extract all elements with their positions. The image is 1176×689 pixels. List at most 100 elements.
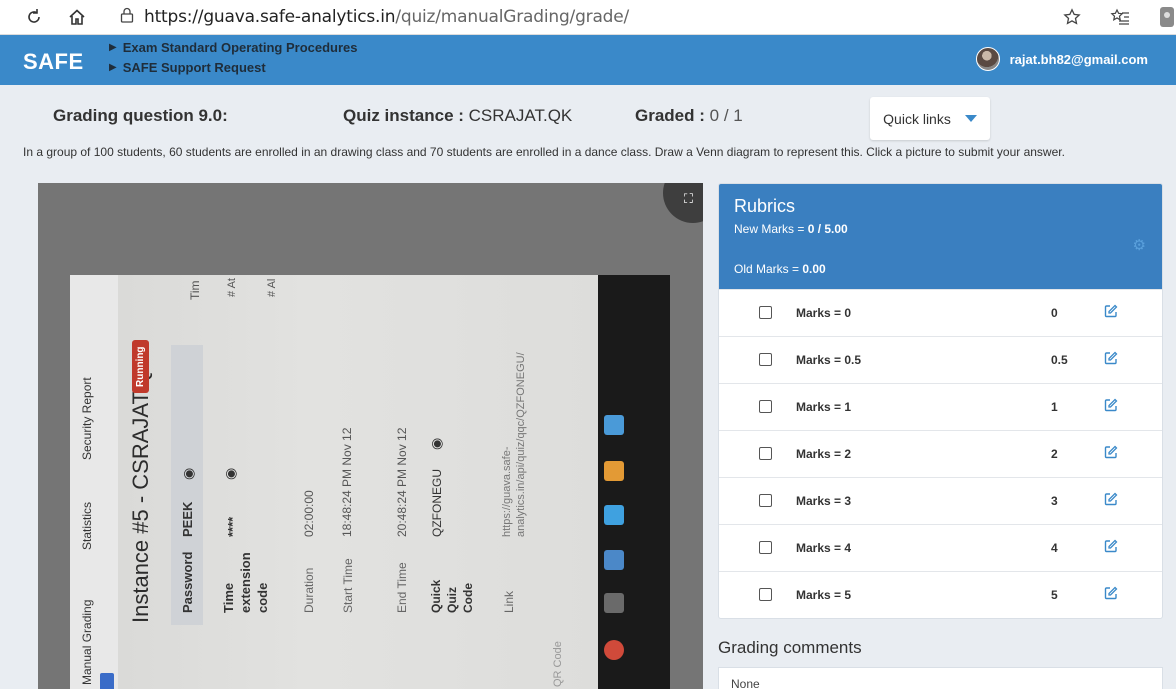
taskbar-app-icon xyxy=(604,415,624,435)
photo-value-start-time: 18:48:24 PM Nov 12 xyxy=(340,427,354,537)
photo-tab-statistics: Statistics xyxy=(80,501,94,550)
fullscreen-icon[interactable]: ⛶ xyxy=(684,191,693,207)
rubric-checkbox[interactable] xyxy=(759,588,772,601)
avatar xyxy=(975,47,1000,71)
rubric-row: Marks = 0 0 xyxy=(719,289,1162,336)
photo-label-password: Password xyxy=(180,551,195,613)
expand-triangle-icon: ▶ xyxy=(109,62,117,73)
photo-label-duration: Duration xyxy=(302,567,316,613)
rubric-value: 2 xyxy=(1051,447,1058,461)
gear-icon[interactable]: ⚙ xyxy=(1133,236,1146,254)
edit-icon[interactable] xyxy=(1104,492,1118,509)
photo-cut-label-tim: Tim xyxy=(188,280,202,300)
header-link-support[interactable]: ▶ SAFE Support Request xyxy=(109,58,358,78)
rubric-row: Marks = 2 2 xyxy=(719,430,1162,477)
photo-heading: Instance #5 - CSRAJAT.QK xyxy=(128,355,153,623)
brand-logo[interactable]: SAFE xyxy=(23,49,84,75)
header-links: ▶ Exam Standard Operating Procedures ▶ SAF… xyxy=(109,38,358,78)
address-bar[interactable]: https://guava.safe-analytics.in/quiz/man… xyxy=(112,4,1094,30)
photo-cut-label-al: # Al xyxy=(266,278,278,297)
profile-icon[interactable] xyxy=(1152,4,1176,30)
taskbar-app-icon xyxy=(604,550,624,570)
rubric-value: 5 xyxy=(1051,588,1058,602)
rubric-checkbox[interactable] xyxy=(759,494,772,507)
rubric-row: Marks = 0.5 0.5 xyxy=(719,336,1162,383)
rubric-checkbox[interactable] xyxy=(759,400,772,413)
photo-label-quick-quiz-code: Quick Quiz Code xyxy=(429,579,475,613)
browser-toolbar: https://guava.safe-analytics.in/quiz/man… xyxy=(0,0,1176,35)
taskbar-app-icon xyxy=(604,593,624,613)
taskbar-app-icon xyxy=(604,505,624,525)
rubric-label: Marks = 2 xyxy=(796,447,852,461)
rubric-row: Marks = 4 4 xyxy=(719,524,1162,571)
photo-running-badge: Running xyxy=(132,340,149,393)
rubric-checkbox[interactable] xyxy=(759,447,772,460)
url-text: https://guava.safe-analytics.in/quiz/man… xyxy=(144,7,630,27)
user-email: rajat.bh82@gmail.com xyxy=(1009,51,1148,67)
photo-tab-manual-grading: Manual Grading xyxy=(80,599,94,685)
quiz-instance: Quiz instance : CSRAJAT.QK xyxy=(343,106,573,125)
photo-label-time-extension: Time extension code xyxy=(221,552,270,613)
reload-icon[interactable] xyxy=(20,4,48,30)
rubric-label: Marks = 3 xyxy=(796,494,852,508)
photo-value-end-time: 20:48:24 PM Nov 12 xyxy=(395,427,409,537)
photo-value-link: https://guava.safe-analytics.in/api/quiz… xyxy=(501,352,527,537)
rubric-label: Marks = 4 xyxy=(796,541,852,555)
edit-icon[interactable] xyxy=(1104,586,1118,603)
taskbar-app-icon xyxy=(604,461,624,481)
rubrics-header: Rubrics New Marks = 0 / 5.00 Old Marks =… xyxy=(719,184,1162,289)
favorites-icon[interactable] xyxy=(1106,4,1134,30)
question-text: In a group of 100 students, 60 students … xyxy=(23,145,1065,159)
rubric-row: Marks = 5 5 xyxy=(719,571,1162,618)
photo-cut-label-qr: QR Code xyxy=(552,641,564,687)
old-marks: Old Marks = 0.00 xyxy=(734,262,826,276)
grading-question-label: Grading question 9.0: xyxy=(53,106,228,125)
grading-comments-title: Grading comments xyxy=(718,638,862,657)
photo-eye-icon: ◉ xyxy=(180,467,196,480)
photo-value-duration: 02:00:00 xyxy=(302,490,316,537)
photo-eye-icon-3: ◉ xyxy=(428,437,444,450)
star-icon[interactable] xyxy=(1058,4,1086,30)
rubric-value: 0 xyxy=(1051,306,1058,320)
photo-app-icon xyxy=(100,673,114,689)
edit-icon[interactable] xyxy=(1104,539,1118,556)
rubric-list: Marks = 0 0 Marks = 0.5 0.5 Marks = 1 1 Marks … xyxy=(719,289,1162,618)
answer-image-viewer[interactable]: Manual Grading Statistics Security Repor… xyxy=(38,183,703,689)
expand-triangle-icon: ▶ xyxy=(109,42,117,53)
rubric-value: 3 xyxy=(1051,494,1058,508)
photo-label-end-time: End Time xyxy=(395,562,409,613)
photo-value-quick-quiz-code: QZFONEGU xyxy=(430,469,444,537)
lock-icon xyxy=(120,7,134,28)
photo-taskbar xyxy=(598,275,670,689)
photo-side-panel xyxy=(70,275,118,689)
photo-eye-icon-2: ◉ xyxy=(222,467,238,480)
edit-icon[interactable] xyxy=(1104,398,1118,415)
app-header: SAFE ▶ Exam Standard Operating Procedures… xyxy=(0,35,1176,85)
rubric-checkbox[interactable] xyxy=(759,353,772,366)
edit-icon[interactable] xyxy=(1104,304,1118,321)
edit-icon[interactable] xyxy=(1104,445,1118,462)
rubric-label: Marks = 0.5 xyxy=(796,353,862,367)
rubric-value: 4 xyxy=(1051,541,1058,555)
rubric-checkbox[interactable] xyxy=(759,306,772,319)
grading-comments-input[interactable]: None xyxy=(718,667,1163,689)
rubric-label: Marks = 5 xyxy=(796,588,852,602)
caret-down-icon xyxy=(964,115,977,122)
rubrics-title: Rubrics xyxy=(734,196,796,216)
photo-tab-security: Security Report xyxy=(80,377,94,460)
rubric-row: Marks = 3 3 xyxy=(719,477,1162,524)
taskbar-chrome-icon xyxy=(604,640,624,660)
photo-label-start-time: Start Time xyxy=(341,558,355,613)
quick-links-dropdown[interactable]: Quick links xyxy=(870,97,990,140)
rubric-checkbox[interactable] xyxy=(759,541,772,554)
header-link-sop[interactable]: ▶ Exam Standard Operating Procedures xyxy=(109,38,358,58)
user-menu[interactable]: rajat.bh82@gmail.com xyxy=(975,47,1148,71)
photo-cut-label-at: # At xyxy=(226,278,238,297)
home-icon[interactable] xyxy=(63,4,91,30)
answer-photo[interactable]: Manual Grading Statistics Security Repor… xyxy=(70,275,670,689)
rubric-value: 0.5 xyxy=(1051,353,1068,367)
graded-count: Graded : 0 / 1 xyxy=(635,106,743,125)
photo-value-time-extension: **** xyxy=(225,516,240,537)
edit-icon[interactable] xyxy=(1104,351,1118,368)
quick-links-label: Quick links xyxy=(883,110,951,127)
